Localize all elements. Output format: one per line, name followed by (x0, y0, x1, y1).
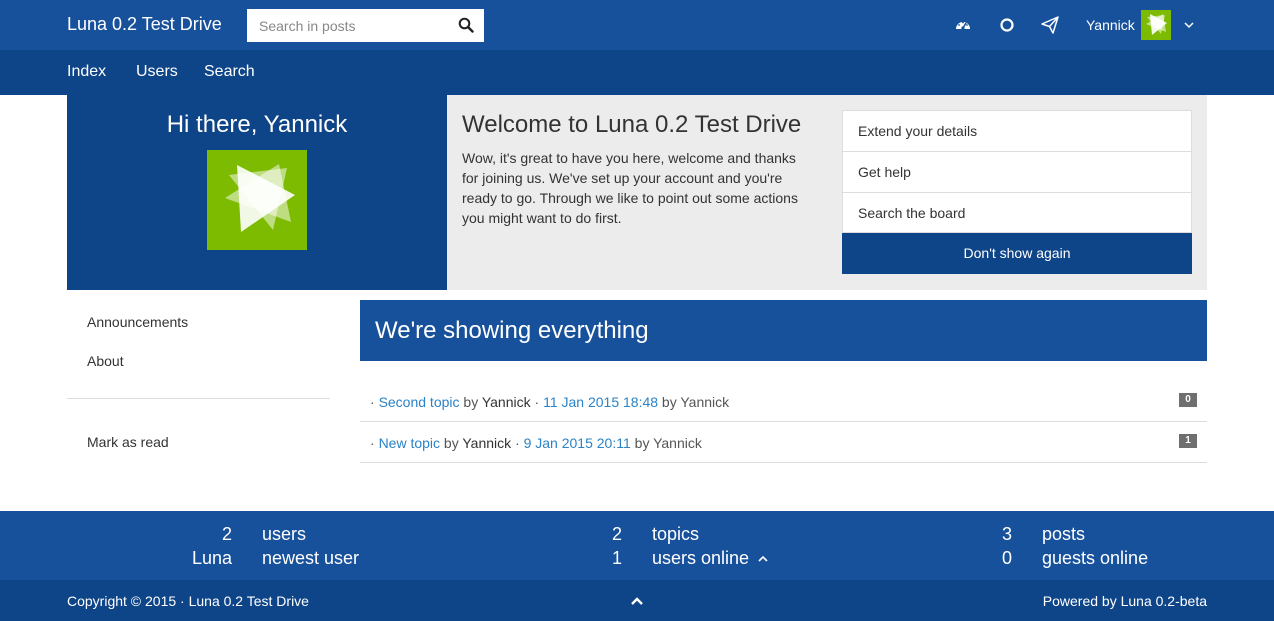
topics-title: We're showing everything (375, 317, 649, 344)
username: Yannick (1086, 17, 1135, 33)
posts-label: posts (1042, 524, 1086, 544)
topic-author[interactable]: Yannick (462, 435, 511, 451)
board-stats: 2 users Luna newest user 2 topics 1 user… (0, 511, 1274, 580)
last-post-link[interactable]: 9 Jan 2015 20:11 (524, 435, 631, 451)
powered-by-text: Powered by Luna 0.2-beta (1042, 593, 1207, 609)
by-text: by (463, 394, 479, 410)
users-online-toggle[interactable]: users online (652, 548, 768, 569)
notification-circle-icon[interactable] (998, 16, 1016, 34)
nav-users[interactable]: Users (136, 63, 178, 81)
by-text: by (443, 435, 459, 451)
last-post-author: Yannick (680, 394, 730, 410)
topic-title-link[interactable]: New topic (379, 435, 440, 451)
users-online-label: users online (652, 548, 750, 568)
greeting-panel: Hi there, Yannick (67, 95, 447, 290)
search-board-link[interactable]: Search the board (842, 192, 1192, 233)
user-menu[interactable]: Yannick (1086, 10, 1195, 40)
last-post-author: Yannick (653, 435, 702, 451)
topic-author[interactable]: Yannick (482, 394, 531, 410)
topics-header: We're showing everything (360, 300, 1207, 361)
mark-as-read-link[interactable]: Mark as read (87, 434, 169, 450)
nav-index[interactable]: Index (67, 63, 106, 81)
dont-show-again-button[interactable]: Don't show again (842, 233, 1192, 274)
reply-count-badge: 1 (1179, 434, 1197, 448)
table-row: · Second topic by Yannick · 11 Jan 2015 … (360, 381, 1207, 422)
search-box (247, 9, 484, 42)
profile-avatar (207, 150, 307, 250)
paper-plane-icon[interactable] (1041, 16, 1059, 34)
newest-user[interactable]: Luna (132, 548, 232, 569)
main-nav: Index Users Search (0, 50, 1274, 95)
get-help-link[interactable]: Get help (842, 151, 1192, 192)
guests-label: guests online (1042, 548, 1149, 568)
last-post-link[interactable]: 11 Jan 2015 18:48 (543, 394, 658, 410)
by-text: by (661, 394, 677, 410)
users-label: users (262, 524, 307, 544)
topic-line: · Second topic by Yannick · 11 Jan 2015 … (370, 394, 730, 410)
topics-count: 2 (611, 524, 622, 544)
footer: Copyright © 2015 · Luna 0.2 Test Drive P… (0, 580, 1274, 621)
brand-title[interactable]: Luna 0.2 Test Drive (67, 14, 222, 35)
guests-count: 0 (1001, 548, 1012, 568)
greeting-text: Hi there, Yannick (166, 111, 348, 138)
posts-count: 3 (1001, 524, 1012, 544)
newest-user-label: newest user (262, 548, 360, 568)
copyright-text: Copyright © 2015 · Luna 0.2 Test Drive (67, 593, 309, 609)
topics-label: topics (652, 524, 700, 544)
users-count: 2 (221, 524, 232, 544)
search-input[interactable] (247, 9, 447, 42)
topic-line: · New topic by Yannick · 9 Jan 2015 20:1… (370, 435, 702, 451)
sidebar-item-about[interactable]: About (87, 353, 124, 369)
back-to-top-icon[interactable] (629, 595, 645, 607)
top-bar: Luna 0.2 Test Drive Yannick (0, 0, 1274, 50)
avatar (1140, 10, 1171, 40)
welcome-actions: Extend your details Get help Search the … (842, 110, 1192, 274)
search-icon[interactable] (458, 17, 474, 33)
extend-details-link[interactable]: Extend your details (842, 110, 1192, 151)
sidebar-item-announcements[interactable]: Announcements (87, 314, 188, 330)
welcome-panel: Welcome to Luna 0.2 Test Drive Wow, it's… (447, 95, 1207, 290)
reply-count-badge: 0 (1179, 393, 1197, 407)
welcome-title: Welcome to Luna 0.2 Test Drive (462, 111, 802, 138)
welcome-message: Wow, it's great to have you here, welcom… (462, 150, 798, 226)
chevron-up-icon (758, 555, 768, 562)
chevron-down-icon[interactable] (1183, 19, 1195, 31)
nav-search[interactable]: Search (204, 63, 255, 81)
sidebar-divider (67, 398, 330, 399)
online-count: 1 (611, 548, 622, 568)
by-text: by (634, 435, 650, 451)
dashboard-icon[interactable] (954, 16, 972, 34)
table-row: · New topic by Yannick · 9 Jan 2015 20:1… (360, 422, 1207, 463)
topic-title-link[interactable]: Second topic (379, 394, 460, 410)
